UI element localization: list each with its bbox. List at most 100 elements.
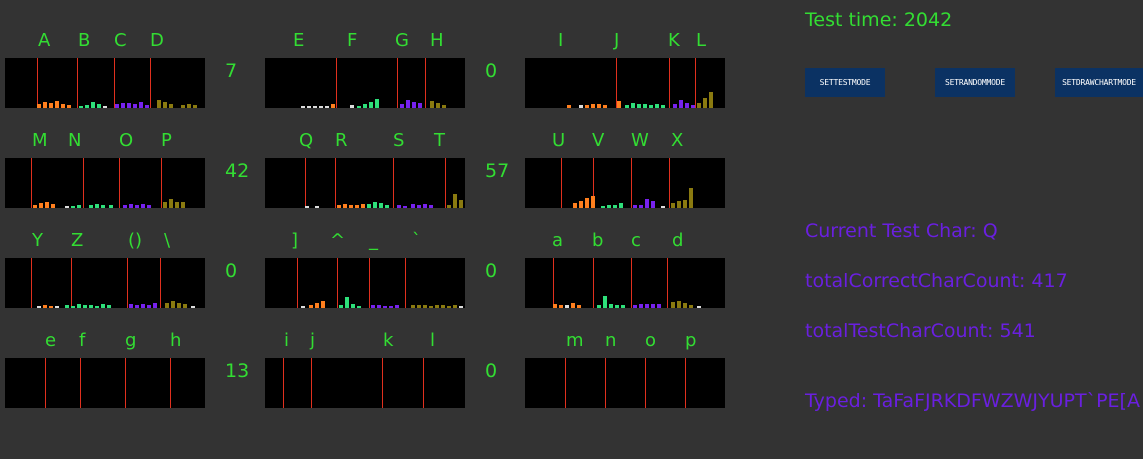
histogram-separator	[565, 358, 566, 408]
histogram-bar	[43, 305, 47, 308]
histogram-panel-efgh	[265, 58, 465, 108]
key-label-o: O	[119, 130, 134, 151]
histogram-bar	[617, 101, 621, 108]
histogram-bar	[357, 106, 361, 108]
histogram-bar	[436, 103, 440, 108]
histogram-bar	[553, 304, 557, 308]
histogram-bar	[39, 203, 43, 208]
key-label-backslash: \	[164, 230, 171, 251]
histogram-bar	[181, 105, 185, 108]
set-test-mode-button[interactable]: SETTESTMODE	[805, 68, 885, 97]
histogram-panel-abcd	[5, 58, 205, 108]
set-draw-chart-mode-button[interactable]: SETDRAWCHARTMODE	[1055, 68, 1143, 97]
histogram-bar	[657, 304, 661, 308]
count-ijkl-lower: 0	[485, 360, 498, 382]
key-label-j: J	[614, 30, 620, 51]
histogram-bar	[601, 206, 605, 208]
histogram-separator	[669, 58, 670, 108]
histogram-separator	[71, 258, 72, 308]
histogram-bar	[597, 104, 601, 108]
histogram-bar	[651, 201, 655, 208]
histogram-separator	[311, 358, 312, 408]
histogram-separator	[37, 58, 38, 108]
histogram-bar	[37, 306, 41, 308]
histogram-bar	[591, 196, 595, 208]
key-label-parens: ()	[128, 230, 143, 251]
count-symbols: 0	[485, 260, 498, 282]
histogram-bar	[315, 206, 319, 208]
histogram-separator	[631, 258, 632, 308]
key-label-c-lower: c	[631, 230, 641, 251]
histogram-bar	[147, 305, 151, 308]
histogram-bar	[133, 104, 137, 108]
histogram-bar	[350, 105, 354, 108]
histogram-bar	[683, 200, 687, 208]
histogram-separator	[127, 258, 128, 308]
histogram-bar	[633, 205, 637, 208]
histogram-bar	[153, 303, 157, 308]
histogram-bar	[371, 305, 375, 308]
histogram-bar	[637, 104, 641, 108]
histogram-bar	[367, 204, 371, 208]
test-time-label: Test time: 2042	[805, 9, 953, 31]
key-label-h: H	[430, 30, 444, 51]
set-random-mode-button[interactable]: SETRANDOMMODE	[935, 68, 1015, 97]
histogram-bar	[351, 304, 355, 308]
histogram-panel-uvwx	[525, 158, 725, 208]
histogram-bar	[697, 306, 701, 308]
histogram-bar	[309, 305, 313, 308]
histogram-bar	[349, 205, 353, 208]
histogram-bar	[77, 304, 81, 308]
histogram-bar	[441, 305, 445, 308]
histogram-bar	[51, 204, 55, 208]
histogram-separator	[160, 258, 161, 308]
histogram-separator	[161, 158, 162, 208]
key-label-u: U	[552, 130, 566, 151]
histogram-bar	[709, 92, 713, 108]
histogram-bar	[643, 104, 647, 108]
key-label-t: T	[434, 130, 445, 151]
key-label-b-lower: b	[592, 230, 604, 251]
key-label-a: A	[38, 30, 51, 51]
histogram-bar	[683, 303, 687, 308]
histogram-bar	[55, 306, 59, 308]
histogram-separator	[561, 158, 562, 208]
histogram-bar	[689, 305, 693, 308]
histogram-bar	[67, 105, 71, 108]
histogram-bar	[141, 304, 145, 308]
count-efgh: 0	[485, 60, 498, 82]
histogram-separator	[170, 358, 171, 408]
histogram-separator	[631, 158, 632, 208]
histogram-panel-efgh-lower	[5, 358, 205, 408]
histogram-separator	[305, 158, 306, 208]
histogram-bar	[49, 306, 53, 308]
key-label-w: W	[631, 130, 649, 151]
histogram-bar	[355, 205, 359, 208]
histogram-bar	[411, 305, 415, 308]
count-mnop: 42	[225, 160, 250, 182]
histogram-bar	[337, 205, 341, 208]
histogram-bar	[315, 303, 319, 308]
histogram-bar	[447, 306, 451, 308]
histogram-separator	[31, 258, 32, 308]
histogram-bar	[45, 202, 49, 208]
histogram-bar	[301, 106, 305, 108]
histogram-bar	[579, 201, 583, 208]
histogram-separator	[80, 358, 81, 408]
total-test-char-count: totalTestCharCount: 541	[805, 320, 1036, 342]
histogram-bar	[585, 105, 589, 108]
histogram-bar	[61, 104, 65, 108]
histogram-panel-ijkl	[525, 58, 725, 108]
histogram-separator	[337, 258, 338, 308]
key-label-g: G	[395, 30, 409, 51]
key-label-f: F	[347, 30, 358, 51]
histogram-bar	[71, 206, 75, 208]
histogram-panel-ijkl-lower	[265, 358, 465, 408]
histogram-bar	[423, 204, 427, 208]
key-label-g-lower: g	[125, 330, 137, 351]
histogram-bar	[389, 306, 393, 308]
histogram-bar	[313, 106, 317, 108]
histogram-bar	[369, 102, 373, 108]
histogram-bar	[43, 102, 47, 108]
histogram-bar	[127, 103, 131, 108]
